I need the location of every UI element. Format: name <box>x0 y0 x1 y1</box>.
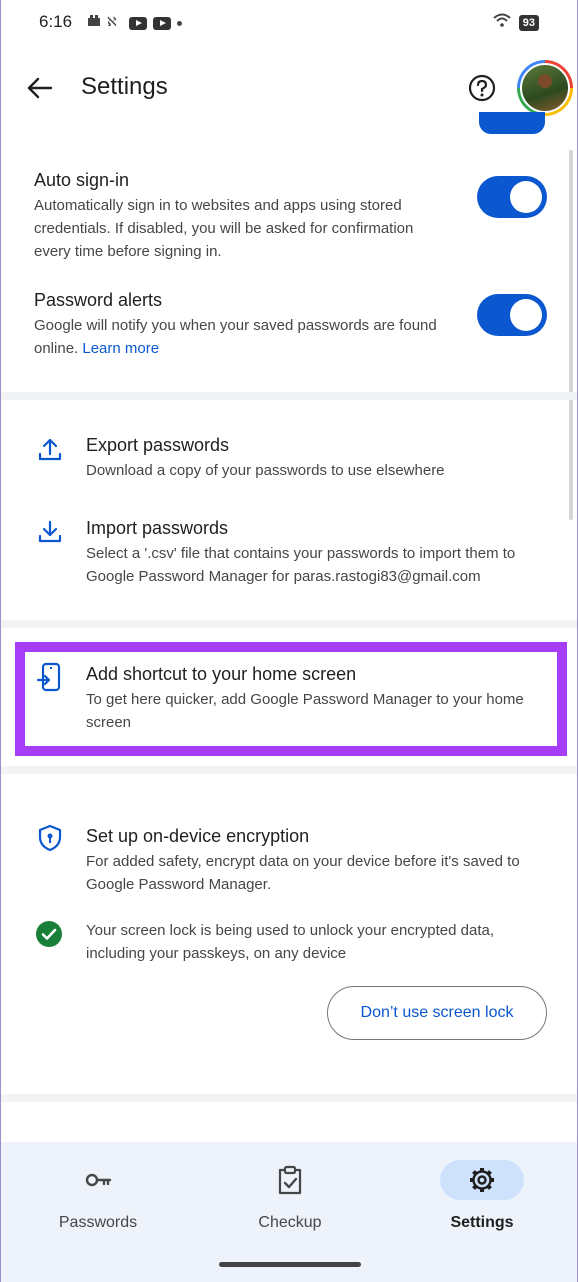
auto-sign-in-toggle[interactable] <box>477 176 547 218</box>
learn-more-link[interactable]: Learn more <box>82 340 159 357</box>
export-passwords-item[interactable]: Export passwords Download a copy of your… <box>86 435 546 482</box>
import-passwords-title: Import passwords <box>86 518 229 538</box>
status-system-icons: 93 <box>493 13 539 32</box>
home-indicator[interactable] <box>219 1262 361 1267</box>
app-bar: Settings <box>1 56 577 120</box>
encryption-status-text: Your screen lock is being used to unlock… <box>86 922 495 962</box>
page-title: Settings <box>81 73 168 100</box>
status-bar: 6:16 ℵ 93 <box>1 0 577 46</box>
youtube-icon <box>129 17 147 30</box>
password-alerts-toggle[interactable] <box>477 294 547 336</box>
partial-toggle[interactable] <box>479 112 545 134</box>
section-divider <box>1 392 577 400</box>
nav-label-passwords: Passwords <box>58 1214 138 1231</box>
import-passwords-item[interactable]: Import passwords Select a '.csv' file th… <box>86 518 546 588</box>
notification-icon <box>87 14 101 33</box>
back-arrow-icon[interactable] <box>25 73 55 103</box>
youtube-icon <box>153 17 171 30</box>
avatar[interactable] <box>517 60 573 116</box>
nav-label-settings: Settings <box>450 1214 514 1231</box>
export-passwords-description: Download a copy of your passwords to use… <box>86 462 445 479</box>
bottom-navigation: Passwords Checkup Settings <box>1 1142 577 1282</box>
encryption-status: Your screen lock is being used to unlock… <box>86 919 546 965</box>
auto-sign-in-description: Automatically sign in to websites and ap… <box>34 197 414 260</box>
dot-icon <box>177 21 182 26</box>
dont-use-screen-lock-button[interactable]: Don’t use screen lock <box>327 986 547 1040</box>
section-divider <box>1 620 577 628</box>
auto-sign-in-title: Auto sign-in <box>34 170 130 190</box>
app-notification-icon: ℵ <box>107 14 123 33</box>
clipboard-check-icon <box>248 1160 332 1200</box>
nav-item-checkup[interactable]: Checkup <box>210 1160 370 1232</box>
section-divider <box>1 766 577 774</box>
wifi-icon <box>493 13 511 32</box>
battery-icon: 93 <box>518 14 539 31</box>
import-passwords-description: Select a '.csv' file that contains your … <box>86 545 516 585</box>
download-icon <box>36 518 64 546</box>
check-circle-icon <box>35 920 63 948</box>
add-shortcut-item[interactable]: Add shortcut to your home screen To get … <box>86 664 546 734</box>
add-shortcut-title: Add shortcut to your home screen <box>86 664 357 684</box>
auto-sign-in-setting[interactable]: Auto sign-in Automatically sign in to we… <box>34 170 444 263</box>
upload-icon <box>36 436 64 464</box>
nav-item-passwords[interactable]: Passwords <box>18 1160 178 1232</box>
svg-text:ℵ: ℵ <box>107 15 117 28</box>
export-passwords-title: Export passwords <box>86 435 230 455</box>
add-shortcut-description: To get here quicker, add Google Password… <box>86 691 524 731</box>
screen: 6:16 ℵ 93 Settings Auto sign-in Automati… <box>0 0 578 1282</box>
scrollbar[interactable] <box>569 150 573 520</box>
help-icon[interactable] <box>467 73 497 103</box>
status-time: 6:16 <box>39 12 73 31</box>
key-icon <box>56 1160 140 1200</box>
nav-label-checkup: Checkup <box>258 1214 322 1231</box>
encryption-title: Set up on-device encryption <box>86 826 310 846</box>
password-alerts-title: Password alerts <box>34 290 163 310</box>
shield-lock-icon <box>36 824 64 852</box>
gear-icon <box>440 1160 524 1200</box>
password-alerts-description: Google will notify you when your saved p… <box>34 314 454 360</box>
encryption-item[interactable]: Set up on-device encryption For added sa… <box>86 826 546 896</box>
password-alerts-setting[interactable]: Password alerts Google will notify you w… <box>34 290 454 360</box>
avatar-photo <box>520 63 570 113</box>
section-divider <box>1 1094 577 1102</box>
encryption-description: For added safety, encrypt data on your d… <box>86 853 520 893</box>
status-notification-icons: ℵ <box>87 14 182 33</box>
add-to-home-screen-icon <box>36 662 64 692</box>
nav-item-settings[interactable]: Settings <box>402 1160 562 1232</box>
